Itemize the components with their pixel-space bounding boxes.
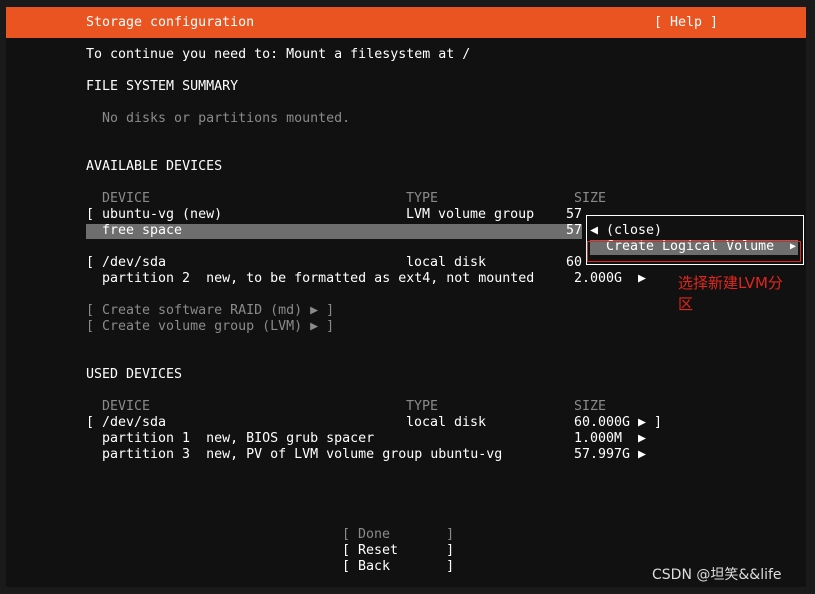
device-name: partition 1 new, BIOS grub spacer bbox=[102, 431, 375, 446]
arrow-right-icon[interactable]: ▶ bbox=[638, 271, 646, 287]
help-button[interactable]: [ Help ] bbox=[654, 15, 718, 31]
reset-button[interactable]: [ Reset ] bbox=[342, 543, 454, 559]
annotation-text: 选择新建LVM分 bbox=[678, 274, 783, 292]
page-title: Storage configuration bbox=[86, 15, 255, 30]
col-type: TYPE bbox=[406, 191, 439, 206]
create-raid-button[interactable]: [ Create software RAID (md) ▶ ] bbox=[86, 303, 334, 319]
fs-summary-heading: FILE SYSTEM SUMMARY bbox=[86, 79, 239, 94]
done-button[interactable]: [ Done ] bbox=[342, 527, 454, 543]
annotation-box bbox=[587, 241, 801, 262]
instruction-text: To continue you need to: Mount a filesys… bbox=[86, 47, 471, 62]
back-button[interactable]: [ Back ] bbox=[342, 559, 454, 575]
device-name: /dev/sda bbox=[102, 415, 167, 430]
fs-summary-empty: No disks or partitions mounted. bbox=[102, 111, 351, 126]
annotation-text-2: 区 bbox=[678, 295, 694, 313]
arrow-right-icon[interactable]: ▶ bbox=[638, 447, 646, 463]
col-size: SIZE bbox=[574, 399, 607, 414]
used-heading: USED DEVICES bbox=[86, 367, 183, 382]
device-type: local disk bbox=[406, 415, 487, 430]
device-type: local disk bbox=[406, 255, 487, 270]
device-size: 2.000G bbox=[574, 271, 623, 286]
create-vg-button[interactable]: [ Create volume group (LVM) ▶ ] bbox=[86, 319, 334, 335]
device-name: partition 2 new, to be formatted as ext4… bbox=[102, 271, 535, 286]
device-size: 57 bbox=[566, 207, 583, 222]
arrow-right-icon[interactable]: ▶ bbox=[638, 431, 646, 447]
device-size: 57 bbox=[566, 223, 583, 238]
device-name: /dev/sda bbox=[102, 255, 167, 270]
device-size: 57.997G bbox=[574, 447, 631, 462]
col-type: TYPE bbox=[406, 399, 439, 414]
arrow-right-icon[interactable]: ▶ ] bbox=[638, 415, 662, 431]
device-name: partition 3 new, PV of LVM volume group … bbox=[102, 447, 503, 462]
device-name: free space bbox=[102, 223, 183, 238]
device-size: 60.000G bbox=[574, 415, 631, 430]
device-type: LVM volume group bbox=[406, 207, 535, 222]
bracket: [ bbox=[86, 255, 95, 270]
device-size: 60 bbox=[566, 255, 583, 270]
device-name: ubuntu-vg (new) bbox=[102, 207, 223, 222]
bracket: [ bbox=[86, 207, 95, 222]
watermark: CSDN @坦笑&&life bbox=[652, 567, 782, 583]
bracket: [ bbox=[86, 415, 95, 430]
col-device: DEVICE bbox=[102, 399, 151, 414]
device-size: 1.000M bbox=[574, 431, 623, 446]
col-size: SIZE bbox=[574, 191, 607, 206]
col-device: DEVICE bbox=[102, 191, 151, 206]
available-heading: AVAILABLE DEVICES bbox=[86, 159, 223, 174]
close-menu-item[interactable]: ◀ (close) bbox=[590, 223, 662, 239]
